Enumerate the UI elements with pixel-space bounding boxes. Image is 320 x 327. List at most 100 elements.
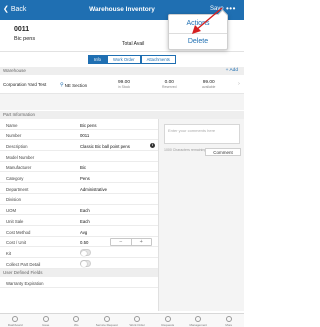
management-icon xyxy=(195,315,202,322)
tab-issue[interactable]: Issue xyxy=(31,314,62,327)
field-name[interactable]: Name Bic pens xyxy=(0,119,158,130)
tab-service-request[interactable]: Service Request xyxy=(92,314,123,327)
cost-stepper[interactable]: − + xyxy=(110,238,152,246)
tab-label: Requests xyxy=(161,323,175,327)
field-value[interactable]: 0011 xyxy=(80,133,89,138)
field-unit-sale[interactable]: Unit Sale Each xyxy=(0,215,158,226)
in-stock-label: in Stock xyxy=(118,85,131,89)
tab-dashboard[interactable]: Dashboard xyxy=(0,314,31,327)
more-icon xyxy=(225,315,232,322)
dashboard-icon xyxy=(12,315,19,322)
field-label: Division xyxy=(6,197,22,203)
field-value[interactable]: Administrative xyxy=(80,187,107,192)
field-label: Warranty Expiration xyxy=(6,280,44,286)
requests-icon xyxy=(164,315,171,322)
chevron-right-icon: › xyxy=(238,81,240,87)
tab-label: Issue xyxy=(42,323,50,327)
field-kit[interactable]: Kit xyxy=(0,247,158,259)
comments-panel: Enter your comments here 1000 Characters… xyxy=(158,119,244,311)
service-request-icon xyxy=(103,315,110,322)
field-value[interactable]: Pens xyxy=(80,176,90,181)
tab-work-order-nav[interactable]: Work Order xyxy=(122,314,153,327)
minus-icon[interactable]: − xyxy=(111,239,132,245)
tab-label: More xyxy=(225,323,233,327)
item-name: Bic pens xyxy=(14,36,36,42)
field-warranty-expiration[interactable]: Warranty Expiration xyxy=(0,277,158,288)
tab-wo[interactable]: Wo xyxy=(61,314,92,327)
field-collect-part-detail[interactable]: Collect Part Detail xyxy=(0,258,158,269)
field-label: Manufacturer xyxy=(6,165,32,171)
comment-button[interactable]: Comment xyxy=(205,148,241,156)
collect-part-detail-toggle[interactable] xyxy=(80,260,91,267)
spacer xyxy=(0,94,244,110)
annotation-arrow-icon xyxy=(192,7,223,34)
field-value[interactable]: Bic xyxy=(80,165,86,170)
field-label: Collect Part Detail xyxy=(6,261,41,267)
field-label: Description xyxy=(6,143,28,149)
field-label: UOM xyxy=(6,208,17,214)
warehouse-location: Corporation Yard Test xyxy=(3,82,47,87)
field-label: Name xyxy=(6,122,18,128)
field-cost-unit[interactable]: Cost / Unit 0.50 − + xyxy=(0,237,158,248)
tab-label: Service Request xyxy=(95,323,118,327)
bottom-tab-bar: Dashboard Issue Wo Service Request Work … xyxy=(0,313,244,327)
part-info-section-header: Part Information xyxy=(0,111,244,119)
warehouse-section: ⚲ NE Section xyxy=(60,82,87,88)
tab-label: Dashboard xyxy=(7,323,23,327)
field-value[interactable]: Classic Bic ball point pens xyxy=(80,144,130,149)
tab-work-order[interactable]: Work Order xyxy=(107,55,141,64)
field-division[interactable]: Division xyxy=(0,194,158,205)
segmented-tabs: Info Work Order Attachments xyxy=(88,55,176,64)
wo-icon xyxy=(73,315,80,322)
field-label: Unit Sale xyxy=(6,218,24,224)
field-uom[interactable]: UOM Each xyxy=(0,205,158,216)
field-number[interactable]: Number 0011 xyxy=(0,130,158,141)
plus-icon[interactable]: + xyxy=(132,239,152,245)
add-warehouse-button[interactable]: + Add xyxy=(226,67,238,75)
info-icon[interactable]: i xyxy=(150,142,155,148)
tab-info[interactable]: Info xyxy=(88,55,107,64)
item-number: 0011 xyxy=(14,26,30,33)
field-value[interactable]: Avg xyxy=(80,230,87,235)
field-value[interactable]: 0.50 xyxy=(80,240,88,245)
reserved-stat: 0.00 Reserved xyxy=(162,80,177,89)
field-value[interactable]: Each xyxy=(80,208,90,213)
available-label: available xyxy=(202,85,216,89)
reserved-label: Reserved xyxy=(162,85,177,89)
field-manufacturer[interactable]: Manufacturer Bic xyxy=(0,162,158,173)
available-stat: 99.00 available xyxy=(202,80,215,89)
kit-toggle[interactable] xyxy=(80,249,91,256)
tab-more[interactable]: More xyxy=(214,314,245,327)
warehouse-section-title: Warehouse xyxy=(3,68,26,73)
issue-icon xyxy=(42,315,49,322)
field-model-number[interactable]: Model Number xyxy=(0,151,158,162)
characters-remaining: 1000 Characters remaining xyxy=(164,148,207,152)
delete-menu-item[interactable]: Delete xyxy=(169,38,227,45)
field-label: Cost Method xyxy=(6,229,31,235)
in-stock-stat: 99.00 in Stock xyxy=(118,80,130,89)
comment-input[interactable]: Enter your comments here xyxy=(164,124,240,144)
field-category[interactable]: Category Pens xyxy=(0,173,158,184)
warehouse-section-name: NE Section xyxy=(64,82,88,88)
part-info-title: Part Information xyxy=(3,112,36,117)
field-value[interactable]: Bic pens xyxy=(80,123,96,128)
field-label: Kit xyxy=(6,250,12,256)
work-order-icon xyxy=(134,315,141,322)
warehouse-row[interactable]: Corporation Yard Test ⚲ NE Section 99.00… xyxy=(0,75,244,94)
tab-management[interactable]: Management xyxy=(183,314,214,327)
tab-requests[interactable]: Requests xyxy=(153,314,184,327)
more-icon[interactable]: ••• xyxy=(226,4,236,13)
field-description[interactable]: Description Classic Bic ball point pens … xyxy=(0,140,158,152)
field-cost-method[interactable]: Cost Method Avg xyxy=(0,226,158,237)
field-label: Number xyxy=(6,133,22,139)
tab-label: Management xyxy=(189,323,207,327)
field-department[interactable]: Department Administrative xyxy=(0,183,158,194)
field-label: Model Number xyxy=(6,154,35,160)
field-value[interactable]: Each xyxy=(80,219,90,224)
field-label: Department xyxy=(6,186,29,192)
total-available-label: Total Avail xyxy=(122,41,145,47)
tab-label: Work Order xyxy=(129,323,145,327)
user-defined-section-header: User Defined Fields xyxy=(0,269,158,277)
field-label: Category xyxy=(6,176,24,181)
tab-attachments[interactable]: Attachments xyxy=(140,55,176,64)
